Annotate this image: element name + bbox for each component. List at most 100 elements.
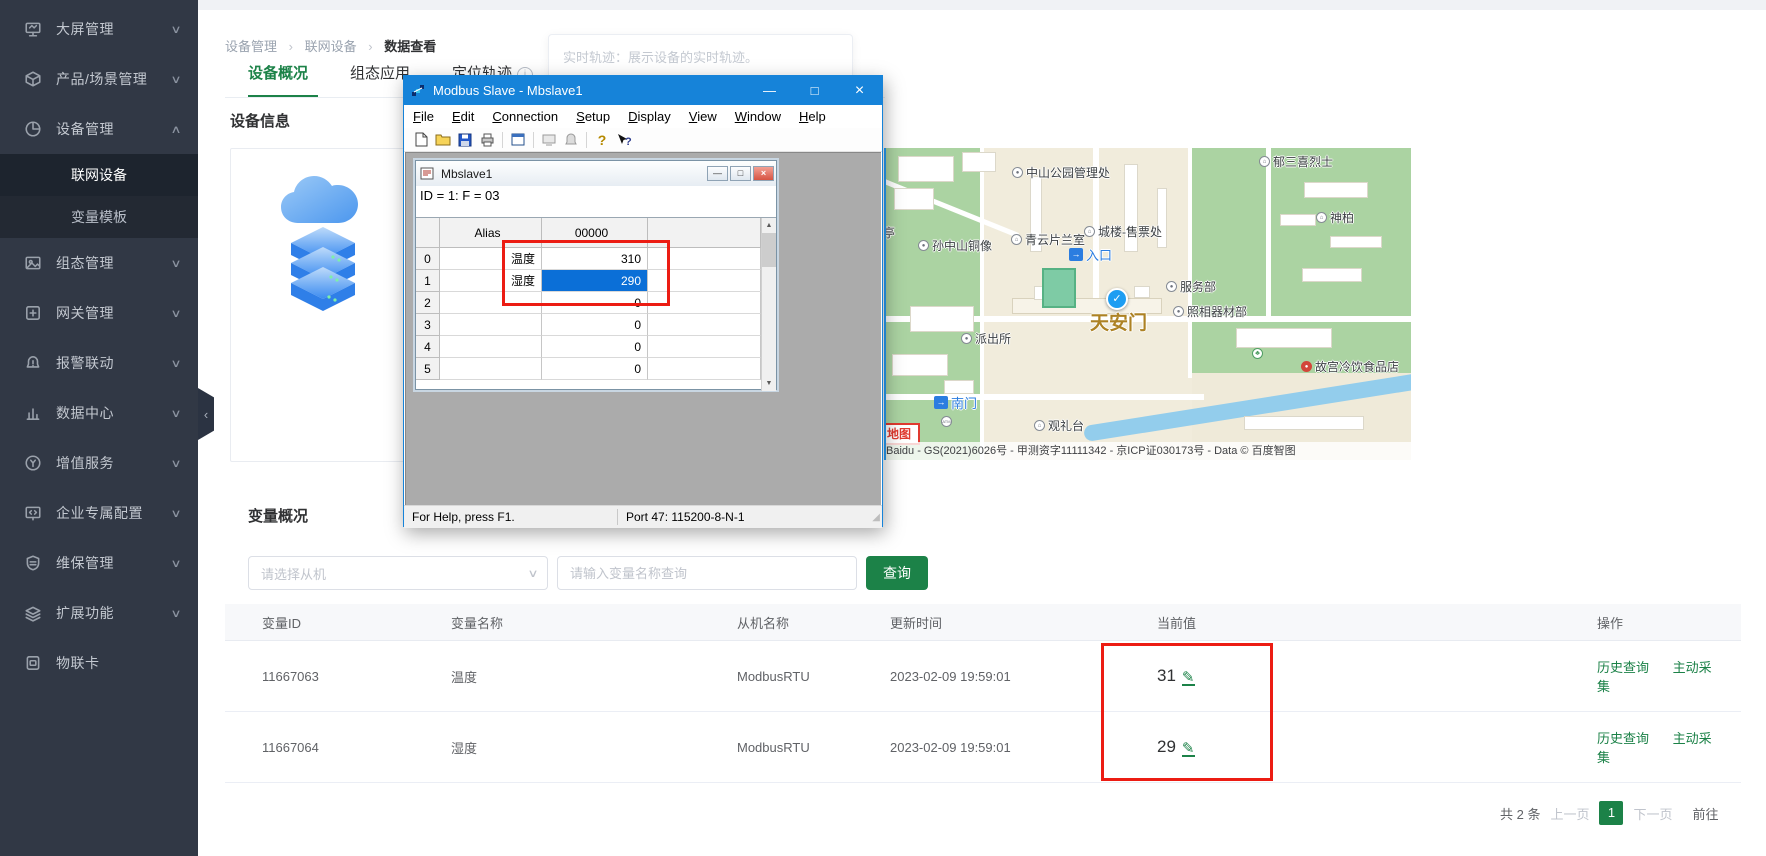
cell-slave-name: ModbusRTU <box>700 740 853 755</box>
cell-current-value: 29✎ <box>1120 737 1560 757</box>
child-close-button[interactable]: × <box>753 166 774 181</box>
chevron-down-icon: ∨ <box>527 567 538 580</box>
connection-button-disabled[interactable] <box>560 130 582 150</box>
child-maximize-button[interactable]: □ <box>730 166 751 181</box>
display-button-disabled[interactable] <box>538 130 560 150</box>
save-button[interactable] <box>454 130 476 150</box>
menu-window[interactable]: Window <box>735 109 781 124</box>
sidebar-item-extension[interactable]: 扩展功能 ∨ <box>0 588 198 638</box>
map-pin-check[interactable]: ✓ <box>1106 288 1128 310</box>
value-cell[interactable]: 0 <box>542 358 648 380</box>
sidebar-item-datacenter[interactable]: 数据中心 ∨ <box>0 388 198 438</box>
history-query-link[interactable]: 历史查询 <box>1597 731 1649 746</box>
slave-select[interactable]: 请选择从机 ∨ <box>248 556 548 590</box>
menu-edit[interactable]: Edit <box>452 109 474 124</box>
map-center-label: 天安门 <box>1090 308 1147 335</box>
print-button[interactable] <box>476 130 498 150</box>
variable-search-input[interactable] <box>557 556 857 590</box>
menu-setup[interactable]: Setup <box>576 109 610 124</box>
setup-window-button[interactable] <box>507 130 529 150</box>
value-cell[interactable]: 0 <box>542 314 648 336</box>
child-minimize-button[interactable]: — <box>707 166 728 181</box>
sidebar-item-alarm[interactable]: 报警联动 ∨ <box>0 338 198 388</box>
maximize-button[interactable]: □ <box>792 76 837 105</box>
sidebar-item-valueadded[interactable]: 增值服务 ∨ <box>0 438 198 488</box>
sidebar-collapse-handle[interactable]: ‹ <box>198 388 214 440</box>
shield-icon <box>24 554 42 572</box>
value-cell-selected[interactable]: 290 <box>542 270 648 292</box>
alias-cell[interactable] <box>440 314 542 336</box>
menu-file[interactable]: File <box>413 109 434 124</box>
breadcrumb-item[interactable]: 联网设备 <box>305 39 357 54</box>
open-file-button[interactable] <box>432 130 454 150</box>
breadcrumb-item[interactable]: 设备管理 <box>225 39 277 54</box>
close-button[interactable]: × <box>837 76 882 105</box>
value-cell[interactable]: 0 <box>542 336 648 358</box>
building-poi-icon: ⌂ <box>1259 156 1270 167</box>
atm-poi-icon: ATM <box>941 416 952 427</box>
minimize-button[interactable]: — <box>747 76 792 105</box>
menu-display[interactable]: Display <box>628 109 671 124</box>
scroll-down-button[interactable]: ▼ <box>762 376 776 391</box>
check-icon: ✓ <box>1112 293 1121 305</box>
tab-configuration-app[interactable]: 组态应用 <box>350 62 410 83</box>
page-number-active[interactable]: 1 <box>1599 801 1623 825</box>
chevron-down-icon: ∨ <box>170 357 181 370</box>
help-button[interactable]: ? <box>591 130 613 150</box>
sidebar-item-variable-template[interactable]: 变量模板 <box>0 196 198 238</box>
menu-connection[interactable]: Connection <box>492 109 558 124</box>
breadcrumb: 设备管理 › 联网设备 › 数据查看 <box>225 36 436 55</box>
history-query-link[interactable]: 历史查询 <box>1597 660 1649 675</box>
breadcrumb-separator: › <box>368 39 372 54</box>
toolbar: ? ? <box>404 128 882 152</box>
food-poi-icon: ● <box>1301 361 1312 372</box>
mbslave-child-window[interactable]: Mbslave1 — □ × ID = 1: F = 03 Alias 0000… <box>415 160 777 390</box>
tab-device-overview[interactable]: 设备概况 <box>248 62 308 83</box>
total-count: 共 2 条 <box>1500 804 1540 823</box>
sidebar-item-networked-devices[interactable]: 联网设备 <box>0 154 198 196</box>
ticket-poi-icon: ⌂ <box>1084 226 1095 237</box>
edit-pencil-icon[interactable]: ✎ <box>1182 742 1195 757</box>
pagination: 共 2 条 上一页 1 下一页 前往 <box>1500 800 1760 826</box>
alias-cell[interactable]: 温度 <box>440 248 542 270</box>
toolbar-separator <box>533 132 534 148</box>
edit-pencil-icon[interactable]: ✎ <box>1182 671 1195 686</box>
chevron-down-icon: ∨ <box>170 557 181 570</box>
top-strip <box>198 0 1766 10</box>
building-poi-icon: ⌂ <box>1034 420 1045 431</box>
modbus-slave-window[interactable]: Modbus Slave - Mbslave1 — □ × File Edit … <box>403 75 883 527</box>
baidu-map[interactable]: ⌂郁三喜烈士 ●中山公园管理处 ⌂神柏 ⌂城楼-售票处 ⌂青云片兰室 ●孙中山铜… <box>884 148 1411 460</box>
sidebar-item-iot-card[interactable]: 物联卡 <box>0 638 198 688</box>
status-bar: For Help, press F1. Port 47: 115200-8-N-… <box>404 505 882 528</box>
sidebar-item-device[interactable]: 设备管理 ∧ <box>0 104 198 154</box>
query-button[interactable]: 查询 <box>866 556 928 590</box>
alias-cell[interactable]: 湿度 <box>440 270 542 292</box>
alias-cell[interactable] <box>440 336 542 358</box>
prev-page-button[interactable]: 上一页 <box>1550 804 1589 823</box>
sidebar-item-product[interactable]: 产品/场景管理 ∨ <box>0 54 198 104</box>
value-cell[interactable]: 310 <box>542 248 648 270</box>
gateway-icon <box>24 304 42 322</box>
window-titlebar[interactable]: Modbus Slave - Mbslave1 — □ × <box>404 76 882 105</box>
sidebar-item-bigscreen[interactable]: 大屏管理 ∨ <box>0 4 198 54</box>
scrollbar-thumb[interactable] <box>762 233 776 267</box>
sidebar-item-maintenance[interactable]: 维保管理 ∨ <box>0 538 198 588</box>
sidebar-item-configuration[interactable]: 组态管理 ∨ <box>0 238 198 288</box>
scroll-up-button[interactable]: ▲ <box>762 218 776 233</box>
sidebar-item-gateway[interactable]: 网关管理 ∨ <box>0 288 198 338</box>
resize-grip[interactable]: ◢ <box>872 512 880 523</box>
context-help-button[interactable]: ? <box>613 130 635 150</box>
menu-view[interactable]: View <box>689 109 717 124</box>
child-titlebar[interactable]: Mbslave1 — □ × <box>416 161 776 187</box>
map-poi: ●孙中山铜像 <box>918 237 992 254</box>
modbus-app-icon <box>411 84 425 98</box>
new-file-button[interactable] <box>410 130 432 150</box>
sidebar-item-enterprise[interactable]: 企业专属配置 ∨ <box>0 488 198 538</box>
chevron-down-icon: ∨ <box>170 307 181 320</box>
alias-cell[interactable] <box>440 292 542 314</box>
vertical-scrollbar[interactable]: ▲ ▼ <box>761 218 776 391</box>
alias-cell[interactable] <box>440 358 542 380</box>
menu-help[interactable]: Help <box>799 109 826 124</box>
value-cell[interactable]: 0 <box>542 292 648 314</box>
next-page-button[interactable]: 下一页 <box>1633 804 1672 823</box>
